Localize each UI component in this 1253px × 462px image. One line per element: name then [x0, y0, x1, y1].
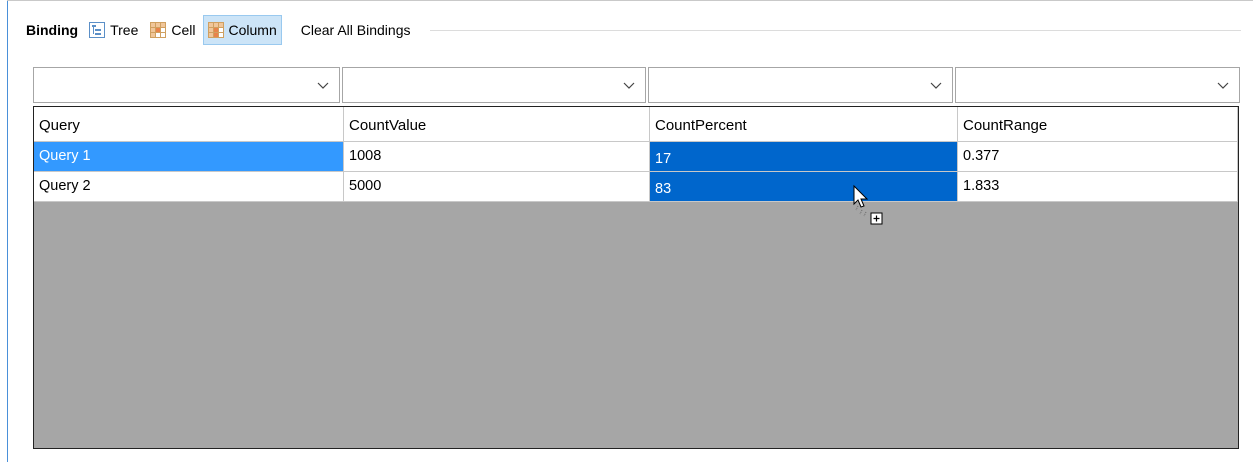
cell-button-label: Cell [171, 22, 196, 38]
panel-left-border [7, 0, 8, 462]
chevron-down-icon [317, 82, 329, 89]
cell-grid-icon [150, 22, 167, 38]
table-cell[interactable]: 83 [650, 172, 958, 202]
drag-copy-cursor-icon [853, 184, 883, 225]
cell-button[interactable]: Cell [145, 15, 200, 45]
toolbar-separator [429, 29, 1241, 31]
panel-top-border [7, 0, 1253, 1]
table-cell[interactable]: 1008 [344, 142, 650, 172]
column-1-binding-dropdown[interactable] [33, 67, 340, 103]
column-button-label: Column [228, 22, 277, 38]
table-cell[interactable]: 0.377 [958, 142, 1238, 172]
toolbar-title: Binding [26, 22, 79, 38]
column-header-countpercent[interactable]: CountPercent [650, 107, 958, 142]
chevron-down-icon [623, 82, 635, 89]
tree-button-label: Tree [110, 22, 139, 38]
table-cell[interactable]: Query 2 [34, 172, 344, 202]
table-cell[interactable]: 17 [650, 142, 958, 172]
column-button[interactable]: Column [202, 15, 282, 45]
table-cell[interactable]: 1.833 [958, 172, 1238, 202]
data-grid[interactable]: Query CountValue CountPercent CountRange… [33, 106, 1239, 449]
binding-toolbar: Binding Tree Cell Column Clear All Bindi… [26, 14, 1241, 46]
tree-button[interactable]: Tree [84, 15, 143, 45]
chevron-down-icon [1217, 82, 1229, 89]
chevron-down-icon [930, 82, 942, 89]
column-header-query[interactable]: Query [34, 107, 344, 142]
column-3-binding-dropdown[interactable] [648, 67, 953, 103]
clear-all-bindings-button[interactable]: Clear All Bindings [296, 15, 416, 45]
column-2-binding-dropdown[interactable] [342, 67, 646, 103]
tree-icon [89, 22, 106, 38]
column-grid-icon [207, 22, 224, 38]
table-cell[interactable]: 5000 [344, 172, 650, 202]
table-cell[interactable]: Query 1 [34, 142, 344, 172]
column-4-binding-dropdown[interactable] [955, 67, 1240, 103]
column-header-countvalue[interactable]: CountValue [344, 107, 650, 142]
column-header-countrange[interactable]: CountRange [958, 107, 1238, 142]
